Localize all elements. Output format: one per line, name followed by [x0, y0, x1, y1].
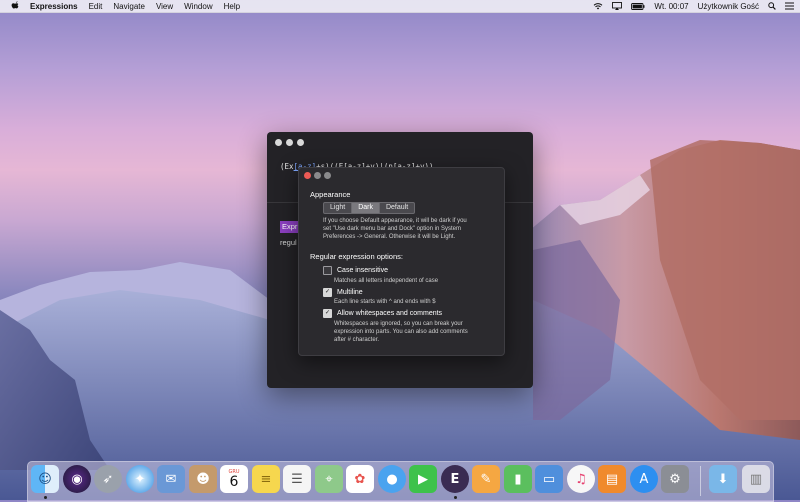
options-heading: Regular expression options: — [310, 252, 403, 261]
window-controls — [275, 139, 308, 146]
preferences-panel: Appearance Light Dark Default If you cho… — [298, 167, 505, 356]
contacts-icon[interactable]: ☻ — [189, 465, 217, 493]
option-case-insensitive[interactable]: Case insensitive — [323, 266, 388, 275]
apple-menu-icon[interactable] — [10, 1, 20, 11]
messages-icon[interactable]: ● — [378, 465, 406, 493]
airplay-icon[interactable] — [612, 2, 623, 10]
pages-icon[interactable]: ✎ — [472, 465, 500, 493]
numbers-icon[interactable]: ▮ — [504, 465, 532, 493]
sample-text[interactable]: regul — [280, 238, 297, 247]
multiline-label: Multiline — [337, 289, 363, 296]
keynote-icon[interactable]: ▭ — [535, 465, 563, 493]
appearance-desc-line: set "Use dark menu bar and Dock" option … — [323, 226, 461, 233]
allow-whitespaces-desc: Whitespaces are ignored, so you can brea… — [334, 320, 468, 345]
case-insensitive-checkbox[interactable] — [323, 266, 332, 275]
menu-help[interactable]: Help — [224, 2, 240, 11]
option-allow-whitespaces[interactable]: ✓ Allow whitespaces and comments — [323, 309, 442, 318]
menu-edit[interactable]: Edit — [89, 2, 103, 11]
zoom-window-button[interactable] — [297, 139, 304, 146]
prefs-window-controls — [304, 172, 334, 179]
menu-clock[interactable]: Wt. 00:07 — [654, 2, 688, 11]
running-indicator — [44, 496, 47, 499]
appearance-desc-line: Preferences -> General. Otherwise it wil… — [323, 234, 456, 241]
appearance-heading: Appearance — [310, 190, 351, 199]
finder-icon[interactable]: ☺ — [31, 465, 59, 493]
expressions-icon[interactable]: E — [441, 465, 469, 493]
appearance-desc-line: If you choose Default appearance, it wil… — [323, 218, 467, 224]
menu-view[interactable]: View — [156, 2, 173, 11]
system-preferences-icon[interactable]: ⚙ — [661, 465, 689, 493]
menu-app-name[interactable]: Expressions — [30, 2, 78, 11]
launchpad-icon[interactable]: ➶ — [94, 465, 122, 493]
prefs-close-button[interactable] — [304, 172, 311, 179]
appearance-default-button[interactable]: Default — [380, 203, 414, 213]
calendar-icon[interactable]: GRU 6 — [220, 465, 248, 493]
allow-whitespaces-checkbox[interactable]: ✓ — [323, 309, 332, 318]
wifi-icon[interactable] — [593, 2, 603, 10]
photos-icon[interactable]: ✿ — [346, 465, 374, 493]
menu-window[interactable]: Window — [184, 2, 212, 11]
facetime-icon[interactable]: ▶ — [409, 465, 437, 493]
spotlight-search-icon[interactable] — [768, 2, 776, 10]
expressions-icon-letter: E — [450, 471, 460, 487]
ibooks-icon[interactable]: ▤ — [598, 465, 626, 493]
match-highlight: Expr — [280, 221, 300, 233]
close-window-button[interactable] — [275, 139, 282, 146]
option-desc-line: Whitespaces are ignored, so you can brea… — [334, 321, 463, 327]
mail-icon[interactable]: ✉ — [157, 465, 185, 493]
maps-icon[interactable]: ⌖ — [315, 465, 343, 493]
minimize-window-button[interactable] — [286, 139, 293, 146]
downloads-icon[interactable]: ⬇ — [709, 465, 737, 493]
trash-icon[interactable]: ▥ — [742, 465, 770, 493]
multiline-desc: Each line starts with ^ and ends with $ — [334, 298, 436, 306]
multiline-checkbox[interactable]: ✓ — [323, 288, 332, 297]
calendar-day: 6 — [229, 473, 239, 490]
app-store-icon[interactable]: A — [630, 465, 658, 493]
prefs-zoom-button[interactable] — [324, 172, 331, 179]
option-desc-line: Each line starts with ^ and ends with $ — [334, 299, 436, 305]
running-indicator — [454, 496, 457, 499]
allow-whitespaces-label: Allow whitespaces and comments — [337, 310, 443, 317]
option-desc-line: Matches all letters independent of case — [334, 278, 439, 284]
appearance-segmented-control: Light Dark Default — [323, 202, 416, 214]
siri-icon[interactable]: ◉ — [63, 465, 91, 493]
case-insensitive-label: Case insensitive — [337, 267, 388, 274]
appearance-light-button[interactable]: Light — [324, 203, 353, 213]
battery-icon[interactable] — [631, 2, 645, 10]
prefs-minimize-button[interactable] — [314, 172, 321, 179]
option-multiline[interactable]: ✓ Multiline — [323, 288, 363, 297]
itunes-icon[interactable]: ♫ — [567, 465, 595, 493]
safari-icon[interactable]: ✦ — [126, 465, 154, 493]
regex-prefix: (Ex — [280, 162, 294, 171]
notification-center-icon[interactable] — [785, 2, 794, 10]
menu-user[interactable]: Użytkownik Gość — [698, 2, 759, 11]
option-desc-line: expression into parts. You can also add … — [334, 329, 468, 336]
notes-icon[interactable]: ≡ — [252, 465, 280, 493]
option-desc-line: after # character. — [334, 337, 380, 344]
reminders-icon[interactable]: ☰ — [283, 465, 311, 493]
case-insensitive-desc: Matches all letters independent of case — [334, 277, 438, 285]
menu-navigate[interactable]: Navigate — [113, 2, 145, 11]
appearance-dark-button[interactable]: Dark — [352, 203, 380, 213]
appearance-description: If you choose Default appearance, it wil… — [323, 217, 467, 242]
dock-separator — [700, 466, 701, 496]
menu-bar: Expressions Edit Navigate View Window He… — [0, 0, 800, 13]
